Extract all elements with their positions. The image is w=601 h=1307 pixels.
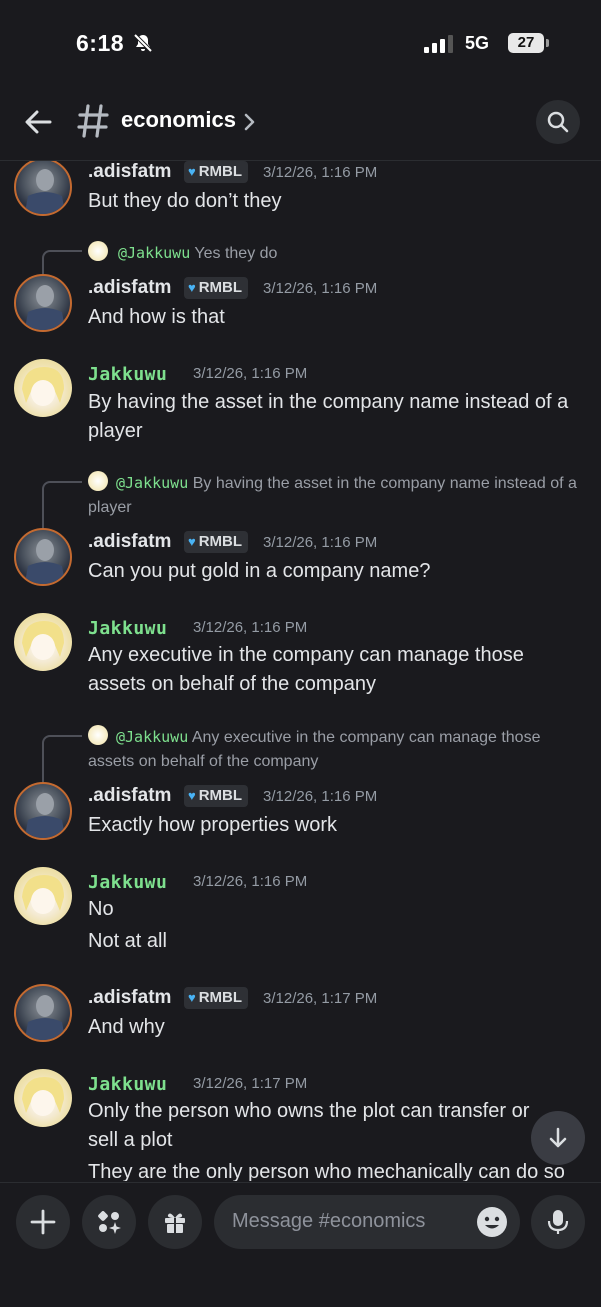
search-icon	[547, 111, 569, 133]
message-text: And how is that	[88, 306, 225, 328]
username[interactable]: .adisfatm	[88, 531, 171, 553]
timestamp: 3/12/26, 1:17 PM	[193, 1075, 308, 1092]
message-text: No	[88, 898, 114, 920]
timestamp: 3/12/26, 1:17 PM	[263, 990, 378, 1007]
timestamp: 3/12/26, 1:16 PM	[193, 365, 308, 382]
heart-icon: ♥	[188, 990, 196, 1005]
heart-icon: ♥	[188, 280, 196, 295]
message-text: But they do don’t they	[88, 190, 282, 212]
message-list: .adisfatm ♥ RMBL 3/12/26, 1:16 PM But the…	[0, 161, 601, 1181]
username[interactable]: .adisfatm	[88, 161, 171, 183]
badge-label: RMBL	[198, 163, 243, 180]
avatar[interactable]	[14, 1069, 72, 1127]
signal-icon	[424, 35, 453, 53]
apps-sparkle-icon	[98, 1211, 121, 1234]
avatar[interactable]	[14, 613, 72, 671]
badge-label: RMBL	[198, 989, 243, 1006]
message-text: By having the asset in the company name …	[88, 391, 569, 442]
battery-level: 27	[508, 33, 544, 53]
username[interactable]: Jakkuwu	[88, 1074, 167, 1095]
role-badge: ♥ RMBL	[184, 531, 249, 553]
timestamp: 3/12/26, 1:16 PM	[263, 534, 378, 551]
message-text: Exactly how properties work	[88, 814, 337, 836]
arrow-left-icon[interactable]	[20, 104, 56, 140]
badge-label: RMBL	[198, 533, 243, 550]
add-attachment-button[interactable]	[16, 1195, 70, 1249]
timestamp: 3/12/26, 1:16 PM	[263, 280, 378, 297]
message-text: Only the person who owns the plot can tr…	[88, 1100, 530, 1151]
message-input[interactable]: Message #economics	[214, 1195, 520, 1249]
username[interactable]: Jakkuwu	[88, 872, 167, 893]
message-text: They are the only person who mechanicall…	[88, 1161, 565, 1181]
microphone-icon	[547, 1210, 569, 1234]
hash-icon	[77, 104, 109, 138]
message-text: Any executive in the company can manage …	[88, 644, 524, 695]
battery-icon: 27	[508, 33, 549, 53]
reply-mention: @Jakkuwu	[118, 244, 191, 262]
badge-label: RMBL	[198, 279, 243, 296]
status-bar: 6:18 5G 27	[0, 0, 601, 80]
message-text: Can you put gold in a company name?	[88, 560, 431, 582]
role-badge: ♥ RMBL	[184, 277, 249, 299]
badge-label: RMBL	[198, 787, 243, 804]
status-time: 6:18	[76, 30, 125, 56]
heart-icon: ♥	[188, 164, 196, 179]
reply-preview[interactable]: @Jakkuwu Yes they do	[118, 241, 578, 266]
arrow-down-icon	[549, 1127, 567, 1148]
search-button[interactable]	[536, 100, 580, 144]
reply-avatar	[88, 241, 108, 261]
apps-button[interactable]	[82, 1195, 136, 1249]
role-badge: ♥ RMBL	[184, 987, 249, 1009]
emoji-icon[interactable]	[476, 1206, 508, 1238]
bell-muted-icon	[133, 33, 153, 53]
plus-icon	[30, 1209, 56, 1235]
avatar[interactable]	[14, 984, 72, 1042]
reply-mention: @Jakkuwu	[116, 728, 189, 746]
username[interactable]: Jakkuwu	[88, 618, 167, 639]
heart-icon: ♥	[188, 534, 196, 549]
reply-text: Yes they do	[194, 245, 278, 262]
timestamp: 3/12/26, 1:16 PM	[193, 873, 308, 890]
avatar[interactable]	[14, 528, 72, 586]
avatar[interactable]	[14, 161, 72, 216]
username[interactable]: .adisfatm	[88, 277, 171, 299]
role-badge: ♥ RMBL	[184, 161, 249, 183]
avatar[interactable]	[14, 867, 72, 925]
username[interactable]: .adisfatm	[88, 785, 171, 807]
gift-button[interactable]	[148, 1195, 202, 1249]
avatar[interactable]	[14, 782, 72, 840]
timestamp: 3/12/26, 1:16 PM	[263, 788, 378, 805]
avatar[interactable]	[14, 359, 72, 417]
message-placeholder: Message #economics	[232, 1210, 426, 1232]
message-text: Not at all	[88, 930, 167, 952]
reply-connector	[42, 481, 82, 535]
timestamp: 3/12/26, 1:16 PM	[193, 619, 308, 636]
voice-message-button[interactable]	[531, 1195, 585, 1249]
avatar[interactable]	[14, 274, 72, 332]
message-text: And why	[88, 1016, 165, 1038]
reply-preview[interactable]: @Jakkuwu Any executive in the company ca…	[88, 725, 578, 774]
role-badge: ♥ RMBL	[184, 785, 249, 807]
reply-connector	[42, 735, 82, 789]
message-composer: Message #economics	[0, 1182, 601, 1307]
reply-connector	[42, 250, 82, 274]
network-label: 5G	[465, 33, 490, 53]
channel-title[interactable]: economics	[121, 107, 236, 133]
chevron-right-icon[interactable]	[243, 112, 257, 132]
reply-preview[interactable]: @Jakkuwu By having the asset in the comp…	[88, 471, 578, 520]
heart-icon: ♥	[188, 788, 196, 803]
reply-mention: @Jakkuwu	[116, 474, 189, 492]
gift-icon	[165, 1213, 185, 1233]
channel-header: economics	[0, 80, 601, 161]
username[interactable]: Jakkuwu	[88, 364, 167, 385]
timestamp: 3/12/26, 1:16 PM	[263, 164, 378, 181]
jump-to-present-button[interactable]	[531, 1111, 585, 1165]
username[interactable]: .adisfatm	[88, 987, 171, 1009]
